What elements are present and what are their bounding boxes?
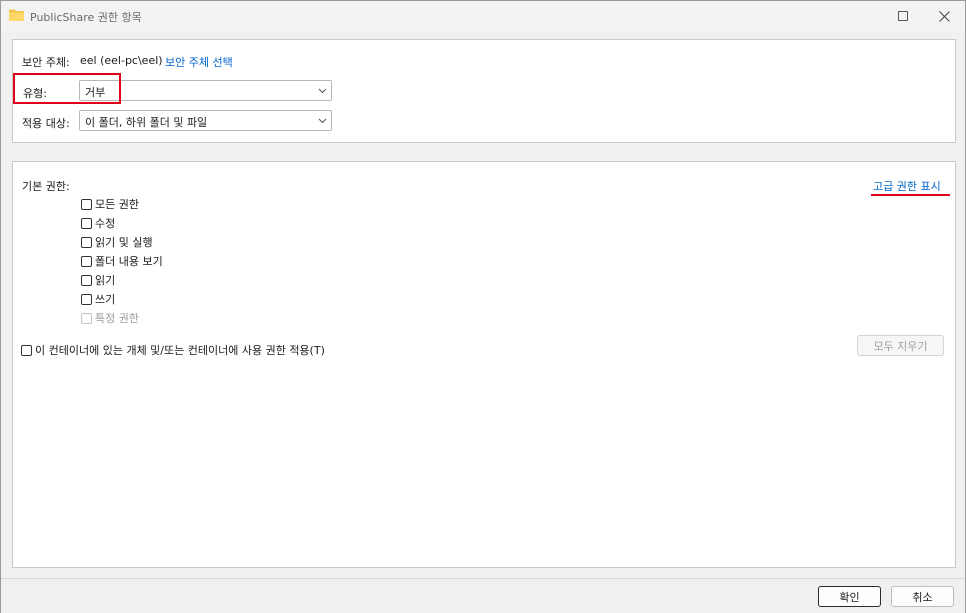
advanced-link-annotation: [871, 194, 950, 196]
permission-label: 수정: [95, 217, 116, 230]
apply-to-container-option[interactable]: 이 컨테이너에 있는 개체 및/또는 컨테이너에 사용 권한 적용(T): [21, 342, 325, 358]
permission-write[interactable]: 쓰기: [81, 291, 115, 307]
applies-to-select-value: 이 폴더, 하위 폴더 및 파일: [85, 116, 208, 129]
apply-to-container-label: 이 컨테이너에 있는 개체 및/또는 컨테이너에 사용 권한 적용(T): [35, 344, 325, 357]
permission-modify[interactable]: 수정: [81, 215, 115, 231]
checkbox[interactable]: [81, 236, 92, 248]
maximize-icon: [898, 11, 908, 21]
permission-label: 읽기 및 실행: [95, 236, 153, 249]
window-title: PublicShare 권한 항목: [30, 11, 142, 24]
cancel-button[interactable]: 취소: [891, 586, 954, 607]
permission-list-folder[interactable]: 폴더 내용 보기: [81, 253, 163, 269]
permission-label: 폴더 내용 보기: [95, 255, 163, 268]
checkbox[interactable]: [81, 198, 92, 210]
checkbox[interactable]: [81, 274, 92, 286]
close-icon: [938, 10, 950, 22]
show-advanced-permissions-link[interactable]: 고급 권한 표시: [873, 178, 941, 194]
checkbox[interactable]: [21, 344, 32, 356]
chevron-down-icon: [318, 118, 327, 124]
type-highlight-annotation: [13, 73, 121, 104]
applies-to-label: 적용 대상:: [22, 117, 70, 130]
principal-label: 보안 주체:: [22, 56, 70, 69]
checkbox: [81, 312, 92, 324]
permission-label: 특정 권한: [95, 312, 139, 325]
title-bar: PublicShare 권한 항목: [1, 1, 965, 31]
applies-to-select[interactable]: 이 폴더, 하위 폴더 및 파일: [79, 110, 332, 131]
permission-read[interactable]: 읽기: [81, 272, 115, 288]
checkbox[interactable]: [81, 255, 92, 267]
ok-button[interactable]: 확인: [818, 586, 881, 607]
checkbox[interactable]: [81, 217, 92, 229]
permission-full-control[interactable]: 모든 권한: [81, 196, 139, 212]
checkbox[interactable]: [81, 293, 92, 305]
principal-value: eel (eel-pc\eel): [80, 54, 163, 67]
close-button[interactable]: [921, 1, 966, 31]
basic-permissions-heading: 기본 권한:: [22, 180, 70, 193]
permission-label: 쓰기: [95, 293, 116, 306]
maximize-button[interactable]: [880, 1, 926, 31]
permissions-panel: [12, 161, 956, 568]
permission-read-execute[interactable]: 읽기 및 실행: [81, 234, 153, 250]
folder-icon: [9, 9, 24, 21]
permission-special: 특정 권한: [81, 310, 139, 326]
permission-entry-dialog: PublicShare 권한 항목 보안 주체: eel (eel-pc\eel…: [0, 0, 966, 613]
permission-label: 모든 권한: [95, 198, 139, 211]
select-principal-link[interactable]: 보안 주체 선택: [165, 54, 233, 70]
chevron-down-icon: [318, 88, 327, 94]
clear-all-button[interactable]: 모두 지우기: [857, 335, 944, 356]
permission-label: 읽기: [95, 274, 116, 287]
